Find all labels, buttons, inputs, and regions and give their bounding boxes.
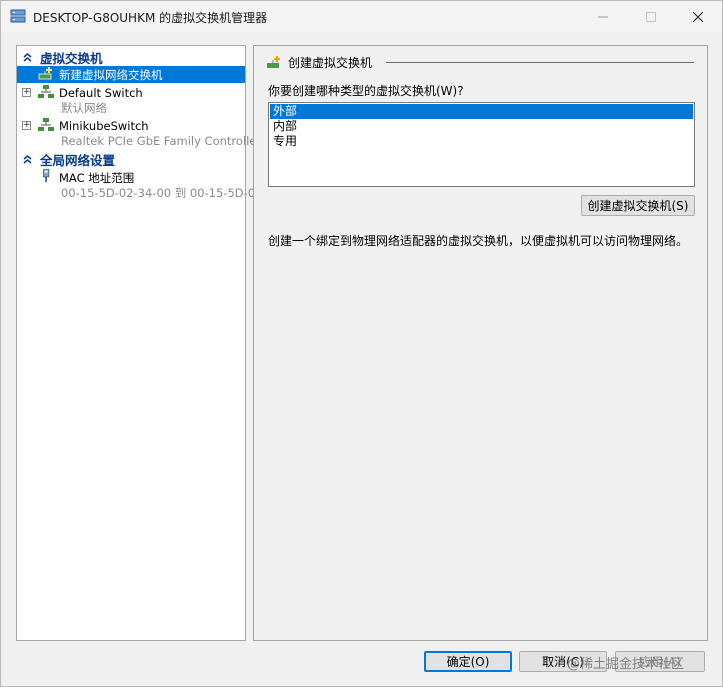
section-label: 虚拟交换机 bbox=[40, 51, 103, 66]
collapse-chevron-icon[interactable] bbox=[20, 153, 34, 167]
tree-item-mac-range[interactable]: MAC 地址范围 bbox=[17, 169, 245, 186]
expand-plus-icon[interactable]: + bbox=[22, 88, 31, 97]
close-icon bbox=[693, 11, 703, 22]
maximize-button[interactable] bbox=[628, 1, 674, 32]
switch-manager-window: DESKTOP-G8OUHKM 的虚拟交换机管理器 虚拟交换机 新建虚拟网络交换… bbox=[0, 0, 723, 687]
network-switch-icon bbox=[38, 118, 54, 131]
minikube-switch-label: MinikubeSwitch bbox=[59, 118, 149, 133]
collapse-chevron-icon[interactable] bbox=[20, 51, 34, 65]
expand-plus-icon[interactable]: + bbox=[22, 121, 31, 130]
default-switch-label: Default Switch bbox=[59, 85, 143, 100]
section-global-network[interactable]: 全局网络设置 bbox=[17, 151, 115, 168]
mac-range-label: MAC 地址范围 bbox=[59, 170, 135, 185]
mac-range-subtitle: 00-15-5D-02-34-00 到 00-15-5D-0... bbox=[61, 186, 267, 200]
panel-title: 创建虚拟交换机 bbox=[288, 56, 373, 70]
section-label: 全局网络设置 bbox=[40, 153, 116, 168]
switch-manager-icon bbox=[10, 9, 26, 23]
add-switch-icon bbox=[267, 55, 280, 68]
switch-type-listbox[interactable]: 外部 内部 专用 bbox=[268, 102, 695, 187]
maximize-icon bbox=[646, 11, 656, 22]
header-divider bbox=[386, 62, 694, 63]
ok-button[interactable]: 确定(O) bbox=[424, 651, 512, 672]
switch-type-option-private[interactable]: 专用 bbox=[270, 134, 693, 149]
details-panel: 创建虚拟交换机 你要创建哪种类型的虚拟交换机(W)? 外部 内部 专用 创建虚拟… bbox=[253, 45, 708, 641]
default-switch-subtitle: 默认网络 bbox=[61, 101, 107, 115]
panel-header: 创建虚拟交换机 bbox=[266, 54, 372, 71]
add-switch-icon bbox=[38, 67, 52, 80]
switch-type-option-external[interactable]: 外部 bbox=[270, 104, 693, 119]
tree-panel: 虚拟交换机 新建虚拟网络交换机 + Default Switch 默认网络 + … bbox=[16, 45, 266, 641]
switch-type-description: 创建一个绑定到物理网络适配器的虚拟交换机，以便虚拟机可以访问物理网络。 bbox=[268, 234, 689, 248]
close-button[interactable] bbox=[675, 1, 721, 32]
tree-item-default-switch[interactable]: + Default Switch bbox=[17, 84, 245, 101]
switch-type-option-internal[interactable]: 内部 bbox=[270, 119, 693, 134]
window-title: DESKTOP-G8OUHKM 的虚拟交换机管理器 bbox=[33, 11, 268, 25]
tree-item-minikube-switch[interactable]: + MinikubeSwitch bbox=[17, 117, 245, 134]
new-switch-label: 新建虚拟网络交换机 bbox=[59, 67, 163, 82]
switch-type-question: 你要创建哪种类型的虚拟交换机(W)? bbox=[268, 84, 464, 98]
minikube-switch-subtitle: Realtek PCIe GbE Family Controller bbox=[61, 134, 262, 148]
network-plug-icon bbox=[43, 169, 50, 183]
section-virtual-switches[interactable]: 虚拟交换机 bbox=[17, 49, 103, 66]
network-switch-icon bbox=[38, 85, 54, 98]
create-switch-button[interactable]: 创建虚拟交换机(S) bbox=[581, 195, 695, 216]
minimize-button[interactable] bbox=[580, 1, 626, 32]
watermark: @稀土掘金技术社区 bbox=[567, 657, 685, 672]
tree-item-new-switch[interactable]: 新建虚拟网络交换机 bbox=[17, 66, 245, 83]
title-bar: DESKTOP-G8OUHKM 的虚拟交换机管理器 bbox=[1, 1, 722, 32]
minimize-icon bbox=[598, 16, 608, 17]
